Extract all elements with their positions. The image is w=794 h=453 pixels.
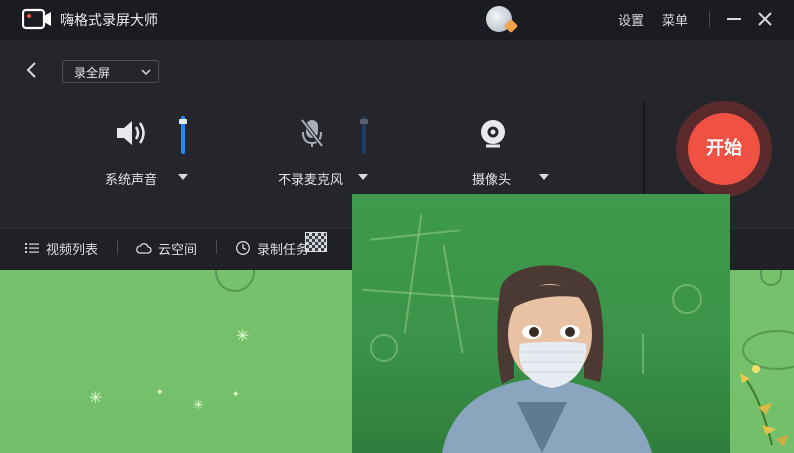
webcam-person [442,265,652,453]
title-bar: 嗨格式录屏大师 设置 菜单 [0,0,794,40]
settings-button[interactable]: 设置 [618,10,644,29]
video-list-label: 视频列表 [46,243,99,258]
minimize-icon[interactable] [722,7,746,31]
doodle-decoration [760,268,782,286]
webcam-icon[interactable] [478,118,508,150]
bottom-bar-divider [117,240,118,254]
system-audio-volume-slider[interactable] [179,116,187,154]
sparkle-decoration: ✳ [89,388,103,407]
microphone-label: 不录麦克风 [278,173,344,188]
app-title: 嗨格式录屏大师 [60,13,158,29]
start-record-button[interactable]: 开始 [688,113,760,185]
system-audio-dropdown-caret[interactable] [178,174,188,180]
sparkle-decoration: ✦ [232,390,240,400]
back-arrow-icon[interactable] [22,60,42,80]
camera-dropdown-caret[interactable] [539,174,549,180]
sparkle-decoration: ✳ [193,398,204,413]
chevron-down-icon [141,69,151,76]
cloud-space-label: 云空间 [158,243,198,258]
chalk-line-decoration [403,214,423,334]
record-task-label: 录制任务 [257,243,310,258]
section-divider [643,102,645,197]
camera-label: 摄像头 [472,173,512,188]
vip-badge-icon [503,18,519,34]
slider-knob[interactable] [179,119,187,124]
speaker-icon[interactable] [114,117,150,149]
microphone-dropdown-caret[interactable] [358,174,368,180]
record-mode-value: 录全屏 [74,66,111,80]
mode-toolbar: 录全屏 [0,40,794,102]
sparkle-decoration: ✳ [236,326,250,345]
microphone-muted-icon[interactable] [298,117,326,149]
chalk-stickfigure-decoration [370,334,398,362]
chalk-line-decoration [370,229,460,241]
bottom-bar-divider [216,240,217,254]
slider-knob[interactable] [360,119,368,124]
chalk-globe-decoration [672,284,702,314]
menu-button[interactable]: 菜单 [662,10,688,29]
titlebar-divider [709,11,710,27]
webcam-preview[interactable] [352,194,730,453]
record-mode-select[interactable]: 录全屏 [62,60,159,83]
list-icon [25,243,39,253]
cloud-icon [136,243,152,254]
close-icon[interactable] [753,7,777,31]
app-logo-icon [22,8,51,30]
system-audio-label: 系统声音 [105,173,158,188]
transparency-placeholder-icon [305,232,327,252]
user-avatar[interactable] [486,6,519,34]
microphone-volume-slider[interactable] [360,116,368,154]
clock-icon [236,241,250,255]
sparkle-decoration: ✦ [156,388,164,398]
leaf-decoration [740,365,788,447]
doodle-decoration [215,268,255,292]
